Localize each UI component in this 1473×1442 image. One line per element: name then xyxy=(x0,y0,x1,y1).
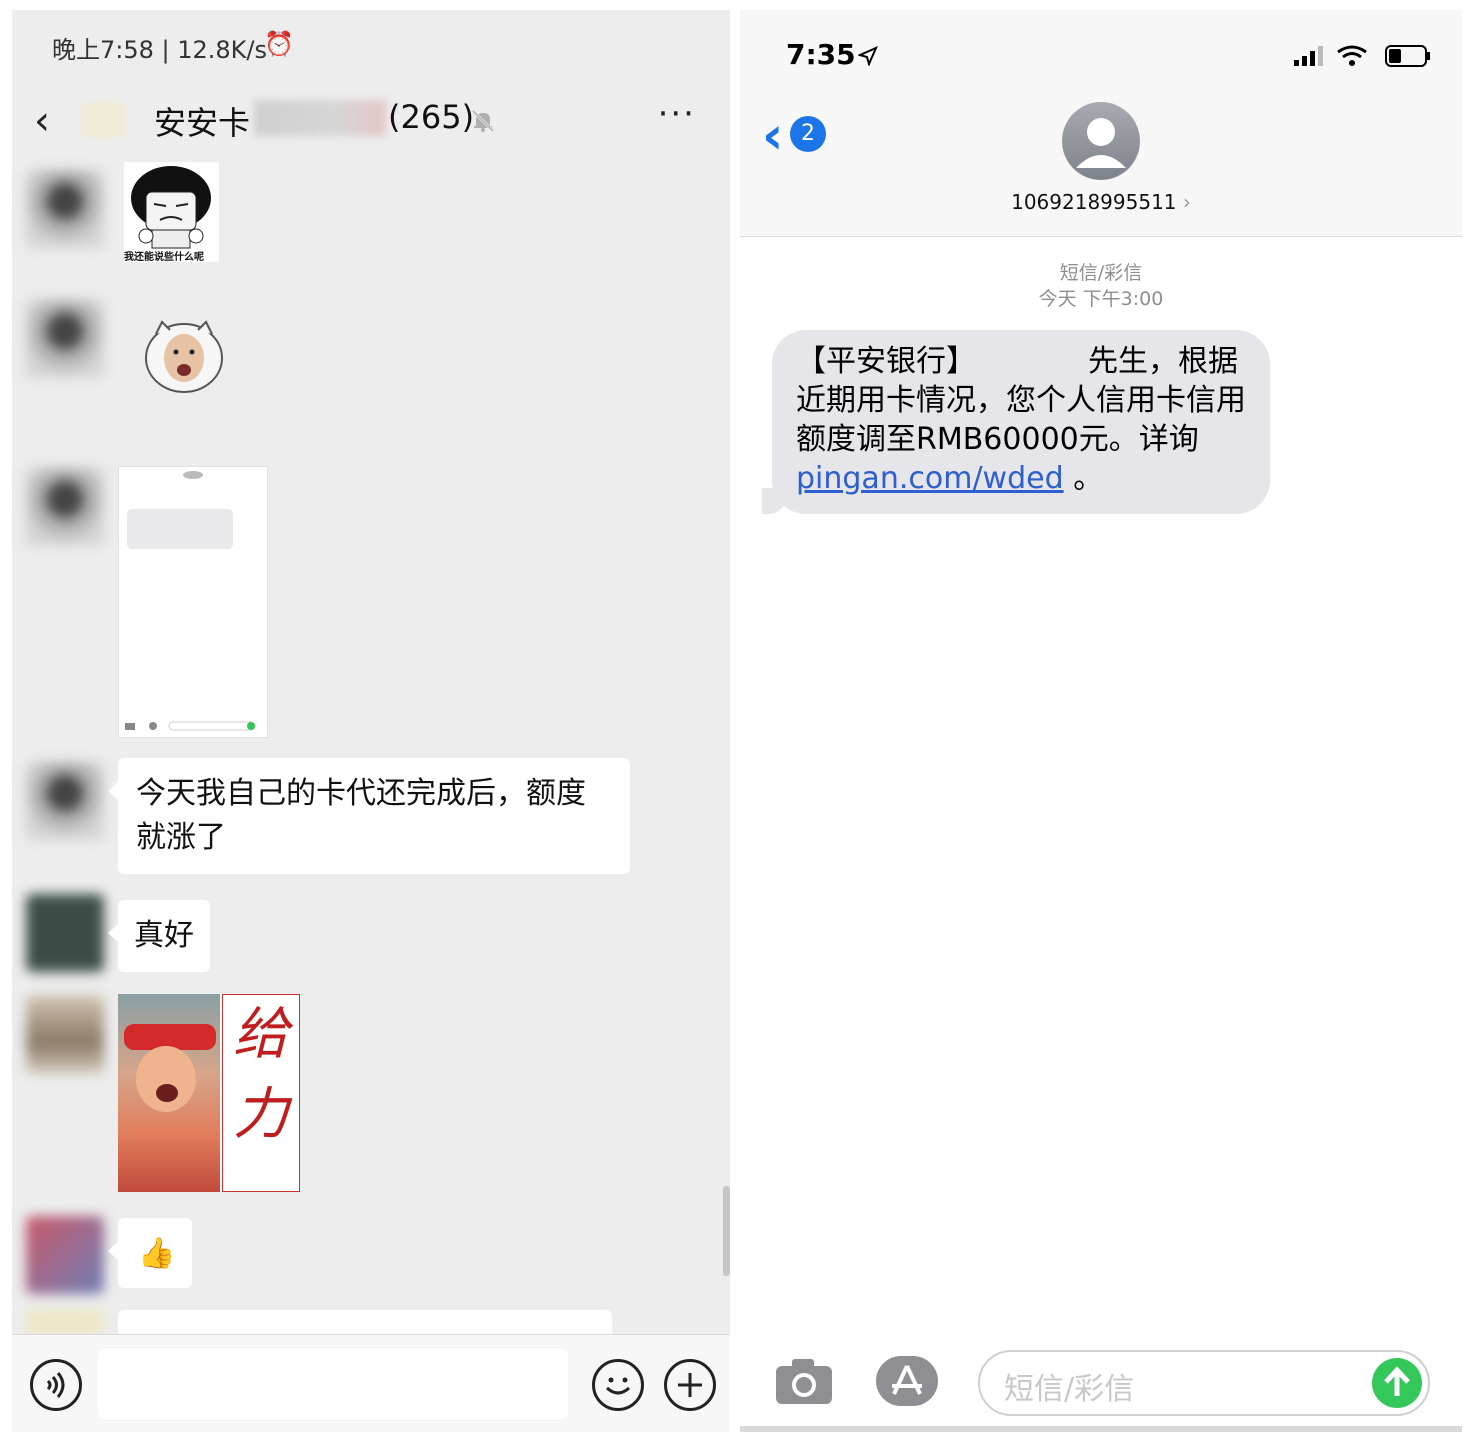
unread-badge[interactable]: 2 xyxy=(790,116,826,152)
scrollbar[interactable] xyxy=(723,1186,730,1276)
compose-bar: 短信/彩信 xyxy=(740,1346,1462,1432)
message-bubble[interactable]: 真好 xyxy=(108,900,210,972)
redacted-name xyxy=(254,100,386,136)
avatar[interactable] xyxy=(26,300,104,378)
status-icons xyxy=(1294,45,1430,67)
avatar[interactable] xyxy=(26,1310,104,1334)
sms-end: 。 xyxy=(1073,461,1104,496)
group-name: 安安卡 xyxy=(154,104,251,142)
back-chevron-icon[interactable]: ‹ xyxy=(762,106,783,166)
chat-input-bar xyxy=(12,1334,730,1432)
message-timestamp: 今天 下午3:00 xyxy=(1038,288,1164,310)
status-bar: 晚上7:58 | 12.8K/s ⏰ ▂▄▆█ 4G ▂▄▆ 97 xyxy=(12,10,730,80)
bottom-edge xyxy=(740,1426,1462,1432)
chevron-right-icon: › xyxy=(1182,190,1191,214)
sms-input[interactable]: 短信/彩信 xyxy=(978,1350,1430,1416)
mute-bell-icon xyxy=(471,109,495,133)
contact-avatar[interactable] xyxy=(1062,102,1140,180)
chat-header: ‹ 安安卡 (265) ··· xyxy=(12,80,730,160)
status-time: 7:35 xyxy=(786,38,856,71)
thumbs-up-icon: 👍 xyxy=(138,1236,176,1271)
conversation-header: 7:35 ‹ 2 1069218995511 › xyxy=(740,10,1462,237)
channel-label: 短信/彩信 xyxy=(1059,262,1143,284)
crying-child-photo xyxy=(118,994,220,1192)
more-options-icon[interactable]: ··· xyxy=(658,94,696,134)
screenshot-thumbnail[interactable] xyxy=(118,466,268,738)
status-time: 晚上7:58 | 12.8K/s xyxy=(52,36,268,64)
thumb-sms-bubble xyxy=(127,509,233,549)
camera-icon[interactable] xyxy=(774,1356,834,1406)
send-arrow-icon[interactable] xyxy=(1372,1358,1422,1408)
ios-messages-panel: 7:35 ‹ 2 1069218995511 › 短信/彩信 今天 下午3:00… xyxy=(740,10,1462,1432)
location-arrow-icon xyxy=(858,46,878,66)
sms-sender-tag: 【平安银行】 xyxy=(796,344,976,379)
sms-bubble[interactable]: 【平安银行】 先生，根据近期用卡情况，您个人信用卡信用额度调至RMB60000元。… xyxy=(762,330,1270,514)
message-input[interactable] xyxy=(98,1349,568,1419)
avatar[interactable] xyxy=(26,762,104,840)
sticker-pig-face[interactable] xyxy=(142,312,226,396)
message-bubble[interactable]: 今天我自己的卡代还完成后，额度就涨了 xyxy=(108,758,630,874)
plus-icon[interactable] xyxy=(664,1359,716,1411)
sender-number[interactable]: 1069218995511 › xyxy=(740,190,1462,214)
message-meta: 短信/彩信 今天 下午3:00 xyxy=(740,260,1462,312)
emoji-icon[interactable] xyxy=(592,1359,644,1411)
group-avatar[interactable] xyxy=(80,102,126,138)
image-gelei[interactable]: 给力 xyxy=(118,994,300,1192)
sms-link[interactable]: pingan.com/wded xyxy=(796,461,1064,496)
avatar[interactable] xyxy=(26,468,104,546)
sticker-caption: 我还能说些什么呢 xyxy=(124,252,204,263)
avatar[interactable] xyxy=(26,894,104,972)
message-bubble-emoji[interactable]: 👍 xyxy=(108,1218,192,1288)
image-text: 给力 xyxy=(222,994,300,1192)
wechat-chat-panel: 晚上7:58 | 12.8K/s ⏰ ▂▄▆█ 4G ▂▄▆ 97 ‹ 安安卡 … xyxy=(12,10,730,1432)
input-placeholder: 短信/彩信 xyxy=(1004,1372,1135,1407)
sender-number-text: 1069218995511 xyxy=(1011,190,1177,214)
sticker-meme[interactable] xyxy=(124,162,219,262)
avatar[interactable] xyxy=(26,170,104,248)
alarm-icon: ⏰ xyxy=(264,30,294,58)
thumb-avatar xyxy=(183,471,203,479)
back-chevron-icon[interactable]: ‹ xyxy=(34,98,50,144)
avatar[interactable] xyxy=(26,1216,104,1294)
thumb-input-bar xyxy=(125,721,256,731)
app-store-icon[interactable] xyxy=(876,1356,938,1406)
avatar[interactable] xyxy=(26,996,104,1074)
member-count: (265) xyxy=(388,98,475,136)
voice-icon[interactable] xyxy=(30,1359,82,1411)
